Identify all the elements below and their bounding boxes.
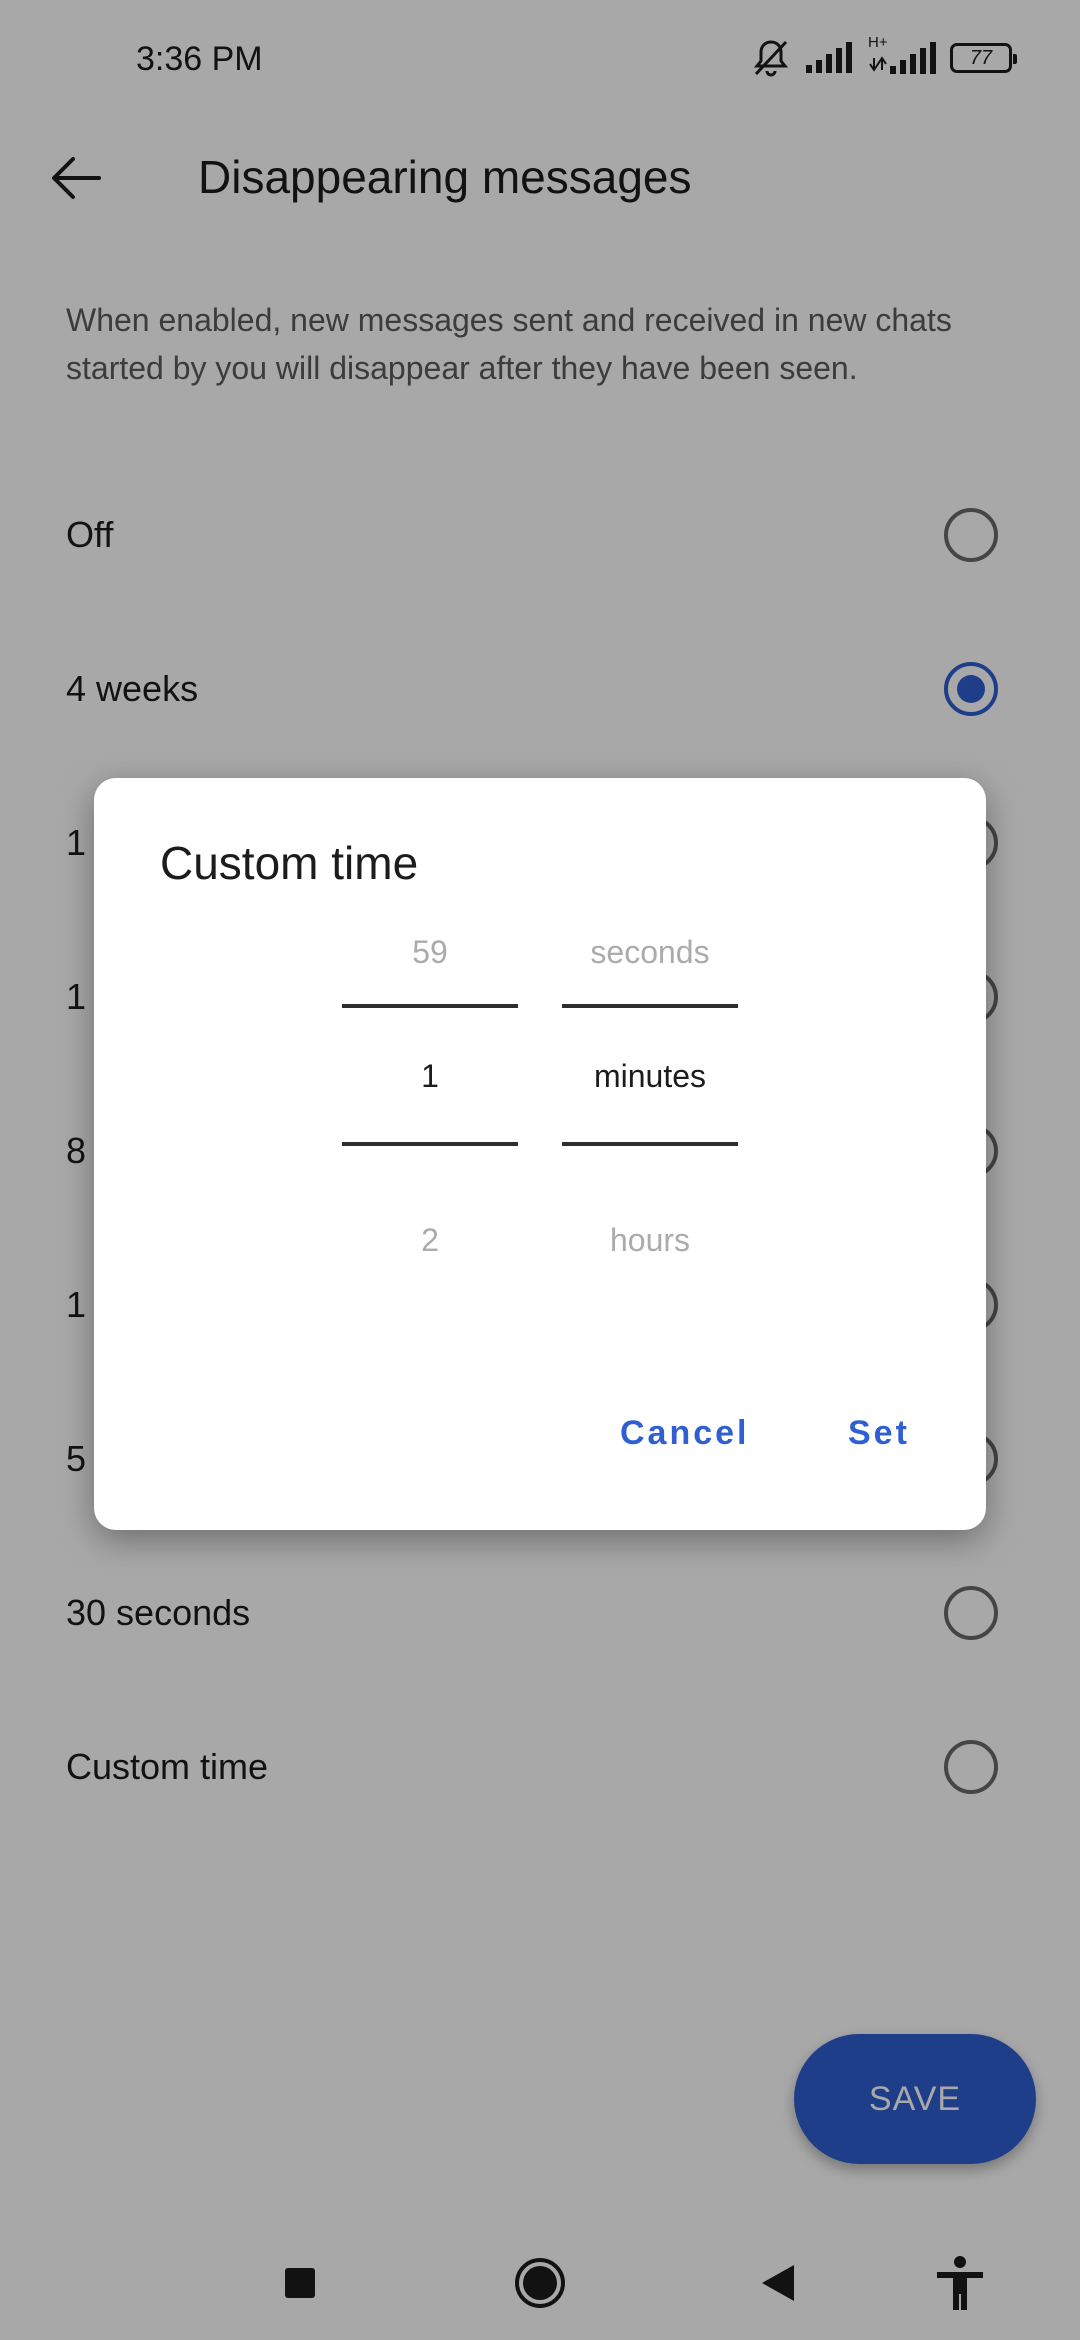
unit-picker[interactable]: seconds minutes hours	[562, 916, 738, 1258]
picker-current-value[interactable]: 1	[342, 1058, 518, 1095]
picker-divider	[562, 1142, 738, 1146]
number-picker[interactable]: 59 1 2	[342, 916, 518, 1258]
custom-time-dialog: Custom time 59 1 2 seconds minutes hours…	[94, 778, 986, 1530]
picker-divider	[342, 1142, 518, 1146]
picker-divider	[562, 1004, 738, 1008]
picker-divider	[342, 1004, 518, 1008]
picker-prev-value[interactable]: 59	[342, 934, 518, 971]
dialog-title: Custom time	[160, 837, 419, 889]
cancel-button[interactable]: Cancel	[620, 1414, 750, 1453]
screen: 3:36 PM H+ 77 Disappearing messages When…	[0, 0, 1080, 2340]
picker-prev-unit[interactable]: seconds	[562, 934, 738, 971]
picker-next-unit[interactable]: hours	[562, 1222, 738, 1259]
picker-next-value[interactable]: 2	[342, 1222, 518, 1259]
set-button[interactable]: Set	[848, 1414, 910, 1453]
picker-current-unit[interactable]: minutes	[562, 1058, 738, 1095]
